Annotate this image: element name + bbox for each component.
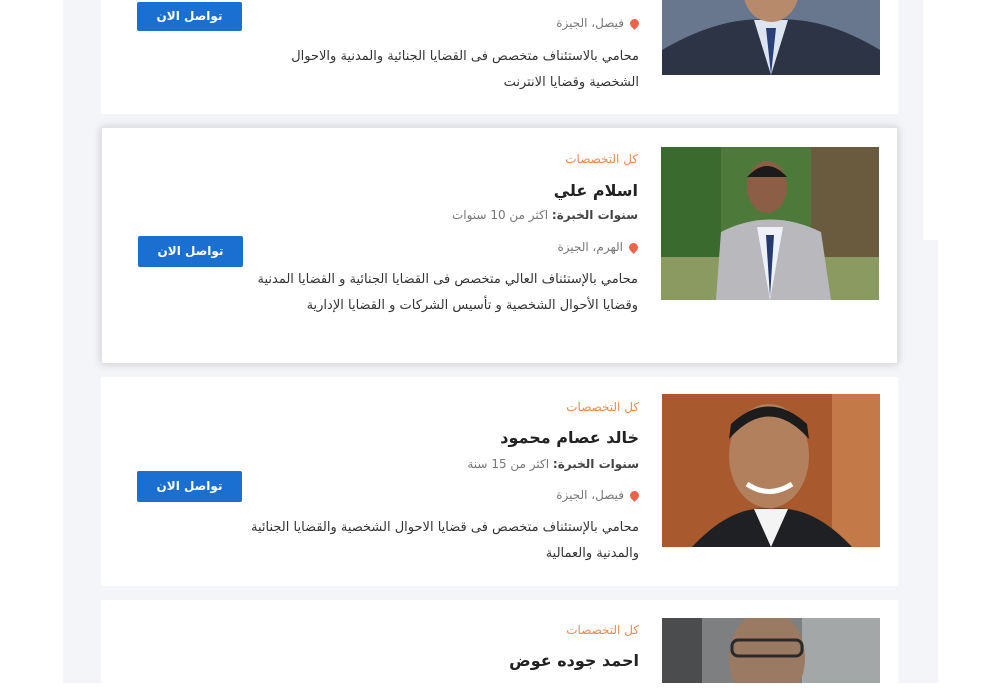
map-pin-icon: [627, 241, 640, 254]
location-text: الهرم، الجيزة: [557, 240, 640, 254]
experience-label: سنوات الخبرة:: [551, 208, 638, 222]
lawyer-name[interactable]: خالد عصام محمود: [500, 428, 639, 447]
lawyer-photo: [661, 147, 879, 300]
lawyer-card: كل التخصصات خالد عصام محمود سنوات الخبرة…: [101, 377, 898, 586]
contact-button[interactable]: تواصل الان: [137, 2, 242, 31]
lawyer-description: محامي بالاستئناف متخصص فى القضايا الجنائ…: [291, 49, 639, 90]
contact-button[interactable]: تواصل الان: [138, 236, 243, 267]
lawyer-photo: [662, 618, 880, 683]
location-text: فيصل، الجيزة: [556, 488, 641, 502]
lawyer-name[interactable]: اسلام علي: [554, 181, 638, 200]
map-pin-icon: [628, 489, 641, 502]
experience-value: اكثر من 10 سنوات: [451, 208, 549, 222]
lawyer-card: كل التخصصات اسلام علي سنوات الخبرة: اكثر…: [101, 127, 898, 364]
lawyer-photo: [662, 0, 880, 75]
page-background: فيصل، الجيزة محامي بالاستئناف متخصص فى ا…: [63, 0, 938, 683]
experience-label: سنوات الخبرة:: [552, 457, 639, 471]
experience-value: اكثر من 15 سنة: [467, 457, 550, 471]
all-specialties-link[interactable]: كل التخصصات: [566, 623, 639, 637]
side-panel: [923, 0, 938, 240]
lawyer-card: فيصل، الجيزة محامي بالاستئناف متخصص فى ا…: [101, 0, 898, 114]
all-specialties-link[interactable]: كل التخصصات: [566, 400, 639, 414]
all-specialties-link[interactable]: كل التخصصات: [565, 152, 638, 166]
lawyer-photo: [662, 394, 880, 547]
contact-button[interactable]: تواصل الان: [137, 471, 242, 502]
lawyer-description: محامي بالإستئناف العالي متخصص فى القضايا…: [257, 272, 638, 313]
map-pin-icon: [628, 17, 641, 30]
location-text: فيصل، الجيزة: [556, 16, 641, 30]
lawyer-name[interactable]: احمد جوده عوض: [509, 651, 639, 670]
experience-text: سنوات الخبرة: اكثر من 15 سنة: [467, 457, 639, 471]
lawyer-description: محامي بالإستئناف متخصص فى قضايا الاحوال …: [251, 520, 639, 561]
experience-text: سنوات الخبرة: اكثر من 10 سنوات: [452, 208, 638, 222]
lawyer-card: كل التخصصات احمد جوده عوض: [101, 600, 898, 683]
